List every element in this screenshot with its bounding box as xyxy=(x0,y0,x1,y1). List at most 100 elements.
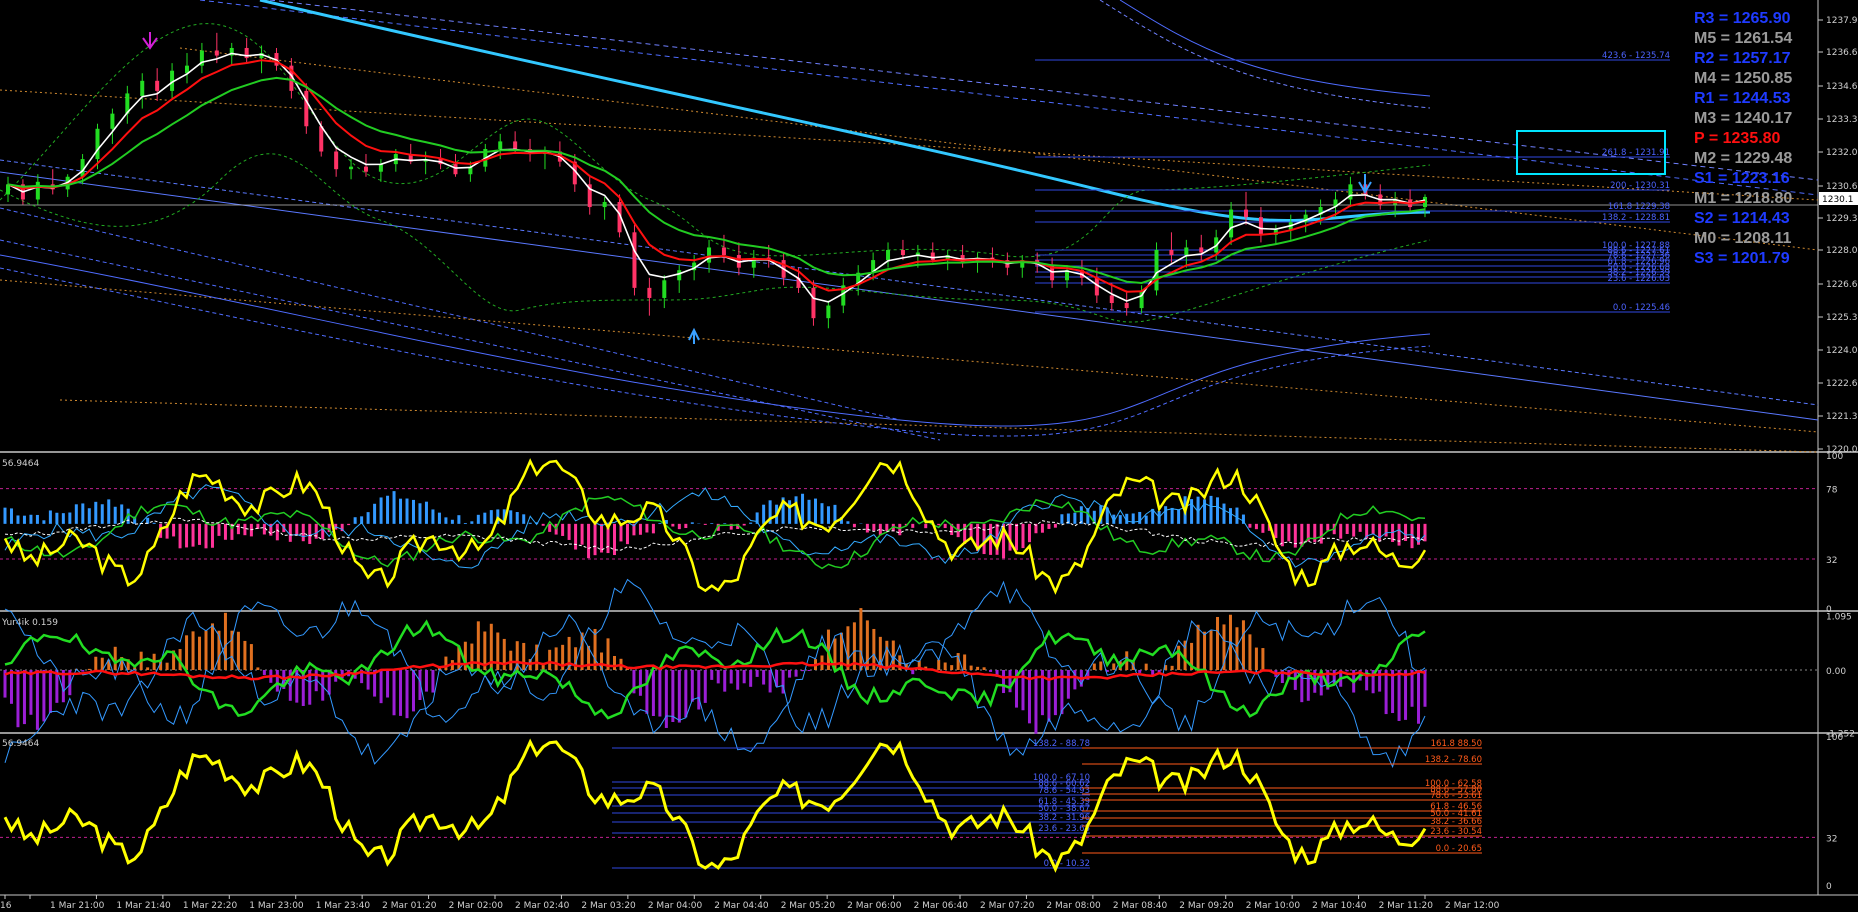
histogram-bar xyxy=(87,668,91,670)
histogram-bar xyxy=(165,662,169,670)
histogram-bar xyxy=(1235,627,1239,670)
candle-body xyxy=(721,247,726,256)
histogram-bar xyxy=(1423,670,1427,707)
oscillator-3-label: 56.9464 xyxy=(2,739,39,749)
histogram-bar xyxy=(386,670,390,698)
histogram-bar xyxy=(223,523,227,540)
histogram-bar xyxy=(548,523,552,532)
histogram-bar xyxy=(697,670,701,710)
candle-body xyxy=(1244,209,1249,218)
histogram-bar xyxy=(1073,512,1077,524)
histogram-bar xyxy=(943,662,947,670)
histogram-bar xyxy=(444,656,448,670)
histogram-bar xyxy=(684,670,688,718)
histogram-bar xyxy=(29,670,33,715)
histogram-bar xyxy=(262,670,266,675)
histogram-bar xyxy=(651,523,655,534)
histogram-bar xyxy=(982,667,986,670)
histogram-bar xyxy=(275,670,279,692)
histogram-bar xyxy=(554,647,558,670)
candle-body xyxy=(1199,247,1204,253)
histogram-bar xyxy=(768,670,772,693)
histogram-bar xyxy=(1092,663,1096,670)
time-tick-label: 2 Mar 12:00 xyxy=(1445,901,1500,911)
histogram-bar xyxy=(911,670,915,675)
histogram-bar xyxy=(969,665,973,670)
histogram-bar xyxy=(16,670,20,728)
histogram-bar xyxy=(749,670,753,687)
histogram-bar xyxy=(1254,647,1258,670)
current-price-label: 1230.1 xyxy=(1822,195,1854,205)
histogram-bar xyxy=(249,644,253,670)
histogram-bar xyxy=(392,670,396,716)
candle-body xyxy=(363,166,368,172)
time-tick-label: 2 Mar 07:20 xyxy=(980,901,1035,911)
histogram-bar xyxy=(1319,523,1323,544)
histogram-bar xyxy=(366,512,370,524)
osc-1-tick-label: 100 xyxy=(1826,452,1843,462)
pivot-highlight-box[interactable] xyxy=(1516,130,1666,175)
time-tick-label: 2 Mar 08:40 xyxy=(1113,901,1168,911)
time-tick-label: 1 Mar 21:40 xyxy=(116,901,171,911)
time-tick-label: 1 Mar 21:00 xyxy=(50,901,105,911)
histogram-bar xyxy=(846,521,850,524)
histogram-bar xyxy=(625,523,629,545)
osc-1-tick-label: 32 xyxy=(1826,556,1837,566)
price-tick-label: 1225.30 xyxy=(1826,313,1858,323)
histogram-bar xyxy=(1099,661,1103,670)
histogram-bar xyxy=(1241,620,1245,670)
histogram-bar xyxy=(898,523,902,536)
histogram-bar xyxy=(826,506,830,524)
pivot-level-label: M0 = 1208.11 xyxy=(1694,230,1792,247)
histogram-bar xyxy=(1410,670,1414,707)
histogram-bar xyxy=(463,523,467,524)
histogram-bar xyxy=(496,632,500,670)
histogram-bar xyxy=(1235,507,1239,524)
price-tick-label: 1233.30 xyxy=(1826,115,1858,125)
histogram-bar xyxy=(152,522,156,524)
histogram-bar xyxy=(198,636,202,670)
histogram-bar xyxy=(476,514,480,524)
histogram-bar xyxy=(1170,665,1174,670)
histogram-bar xyxy=(81,503,85,524)
time-tick-label: 2 Mar 11:20 xyxy=(1379,901,1434,911)
price-tick-label: 1237.95 xyxy=(1826,16,1858,26)
histogram-bar xyxy=(1397,670,1401,721)
oscillator-1-label: 56.9464 xyxy=(2,459,39,469)
histogram-bar xyxy=(457,515,461,524)
time-tick-label: 2 Mar 03:20 xyxy=(581,901,636,911)
histogram-bar xyxy=(976,666,980,670)
histogram-bar xyxy=(814,498,818,524)
candle-body xyxy=(319,126,324,152)
pivot-level-label: M1 = 1218.80 xyxy=(1694,190,1793,207)
time-tick-label: 2 Mar 10:00 xyxy=(1246,901,1301,911)
histogram-bar xyxy=(580,523,584,545)
candle-body xyxy=(453,164,458,175)
histogram-bar xyxy=(690,522,694,524)
histogram-bar xyxy=(1345,523,1349,534)
histogram-bar xyxy=(424,501,428,524)
histogram-bar xyxy=(593,523,597,556)
histogram-bar xyxy=(236,523,240,535)
histogram-bar xyxy=(1112,663,1116,670)
histogram-bar xyxy=(1287,523,1291,542)
histogram-bar xyxy=(950,665,954,670)
histogram-bar xyxy=(1027,523,1031,543)
histogram-bar xyxy=(373,503,377,524)
histogram-bar xyxy=(924,523,928,529)
time-tick-label: 1 Mar 23:40 xyxy=(316,901,371,911)
candle-body xyxy=(349,166,354,170)
histogram-bar xyxy=(671,670,675,722)
time-tick-label: 2 Mar 06:40 xyxy=(914,901,969,911)
histogram-bar xyxy=(1170,507,1174,524)
histogram-bar xyxy=(470,521,474,524)
histogram-bar xyxy=(1417,670,1421,724)
histogram-bar xyxy=(541,523,545,526)
histogram-bar xyxy=(1047,670,1051,722)
histogram-bar xyxy=(1138,670,1142,673)
histogram-bar xyxy=(42,670,46,722)
histogram-bar xyxy=(1040,523,1044,533)
histogram-bar xyxy=(528,522,532,524)
candle-body xyxy=(1184,247,1189,256)
time-tick-label: 2 Mar 10:40 xyxy=(1312,901,1367,911)
